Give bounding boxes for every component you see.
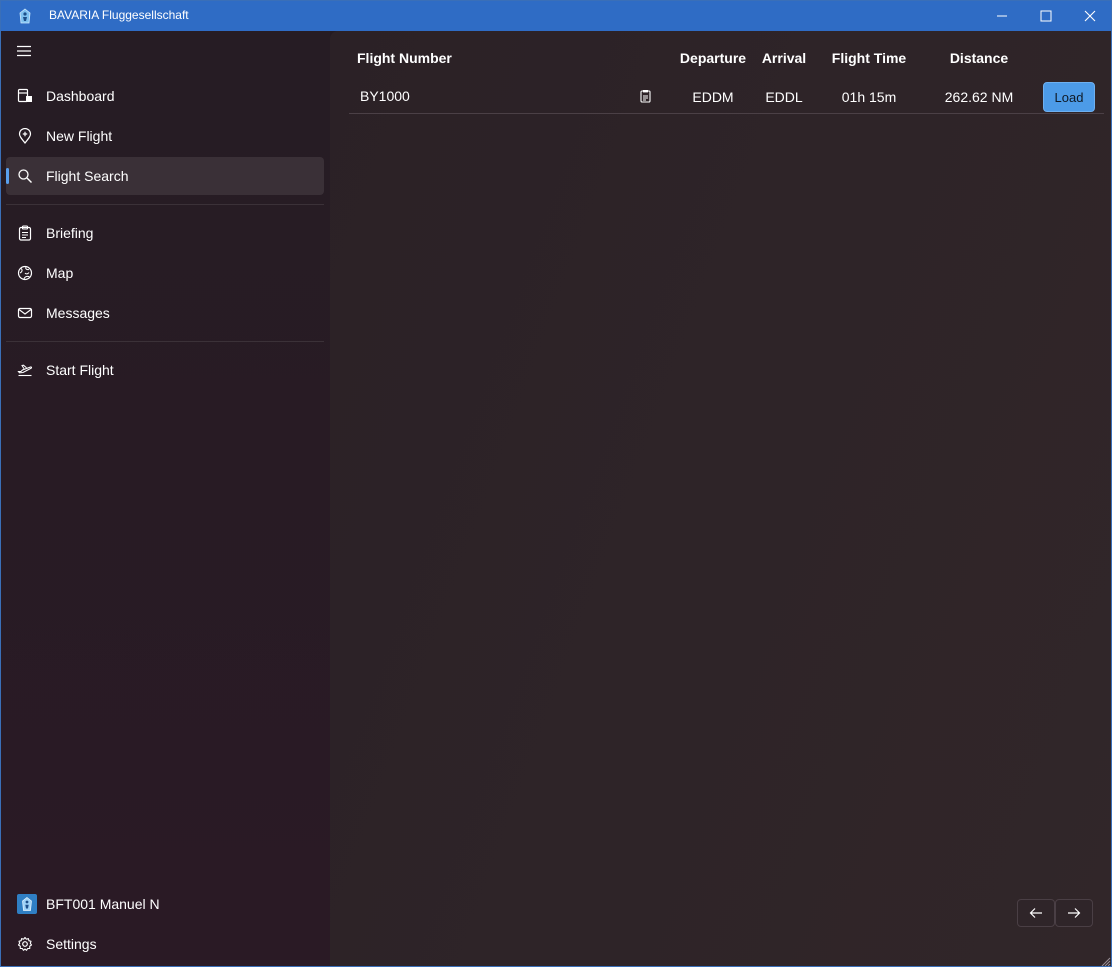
app-window: BAVARIA Fluggesellschaft Dashboard New F… bbox=[0, 0, 1112, 967]
airplane-takeoff-icon bbox=[17, 362, 33, 378]
resize-grip-icon[interactable] bbox=[1099, 954, 1111, 966]
sidebar-divider bbox=[6, 204, 324, 205]
gear-icon bbox=[17, 936, 33, 952]
next-page-button[interactable] bbox=[1055, 899, 1093, 927]
column-header-arrival[interactable]: Arrival bbox=[754, 50, 814, 66]
sidebar-item-label: Messages bbox=[46, 305, 110, 321]
cell-departure: EDDM bbox=[692, 89, 734, 105]
selection-indicator bbox=[6, 168, 9, 184]
sidebar: Dashboard New Flight Flight Search Brief… bbox=[1, 31, 330, 966]
column-header-departure[interactable]: Departure bbox=[675, 50, 751, 66]
arrow-left-icon bbox=[1029, 907, 1043, 919]
sidebar-item-label: Map bbox=[46, 265, 74, 281]
previous-page-button[interactable] bbox=[1017, 899, 1055, 927]
sidebar-item-settings[interactable]: Settings bbox=[6, 925, 324, 963]
sidebar-item-label: Start Flight bbox=[46, 362, 114, 378]
hamburger-icon[interactable] bbox=[11, 39, 37, 63]
sidebar-item-messages[interactable]: Messages bbox=[6, 294, 324, 332]
sidebar-divider bbox=[6, 341, 324, 342]
search-icon bbox=[17, 168, 33, 184]
sidebar-item-flight-search[interactable]: Flight Search bbox=[6, 157, 324, 195]
mail-icon bbox=[17, 305, 33, 321]
sidebar-item-label: Dashboard bbox=[46, 88, 115, 104]
cell-arrival: EDDL bbox=[765, 89, 803, 105]
sidebar-item-label: Flight Search bbox=[46, 168, 129, 184]
document-icon[interactable] bbox=[639, 89, 651, 103]
maximize-button[interactable] bbox=[1024, 1, 1068, 31]
main-content: Flight Number Departure Arrival Flight T… bbox=[330, 31, 1111, 966]
sidebar-item-new-flight[interactable]: New Flight bbox=[6, 117, 324, 155]
column-header-distance[interactable]: Distance bbox=[938, 50, 1020, 66]
globe-icon bbox=[17, 265, 33, 281]
map-pin-plus-icon bbox=[17, 128, 33, 144]
dashboard-icon bbox=[17, 88, 33, 104]
sidebar-item-briefing[interactable]: Briefing bbox=[6, 214, 324, 252]
user-name: BFT001 Manuel N bbox=[46, 896, 160, 912]
sidebar-item-dashboard[interactable]: Dashboard bbox=[6, 77, 324, 115]
sidebar-item-map[interactable]: Map bbox=[6, 254, 324, 292]
row-divider bbox=[349, 113, 1104, 114]
sidebar-item-label: Briefing bbox=[46, 225, 94, 241]
arrow-right-icon bbox=[1067, 907, 1081, 919]
sidebar-item-label: Settings bbox=[46, 936, 97, 952]
sidebar-item-user[interactable]: BFT001 Manuel N bbox=[6, 885, 324, 923]
minimize-button[interactable] bbox=[980, 1, 1024, 31]
clipboard-icon bbox=[17, 225, 33, 241]
title-bar: BAVARIA Fluggesellschaft bbox=[1, 1, 1111, 31]
close-button[interactable] bbox=[1068, 1, 1111, 31]
cell-distance: 262.62 NM bbox=[944, 89, 1014, 105]
cell-flight-time: 01h 15m bbox=[841, 89, 897, 105]
sidebar-item-label: New Flight bbox=[46, 128, 113, 144]
app-logo-icon bbox=[16, 7, 34, 25]
cell-flight-number: BY1000 bbox=[360, 88, 410, 104]
avatar bbox=[17, 894, 37, 914]
window-title: BAVARIA Fluggesellschaft bbox=[49, 8, 189, 22]
load-button[interactable]: Load bbox=[1043, 82, 1095, 112]
sidebar-item-start-flight[interactable]: Start Flight bbox=[6, 351, 324, 389]
column-header-flight-number[interactable]: Flight Number bbox=[357, 50, 452, 66]
column-header-flight-time[interactable]: Flight Time bbox=[825, 50, 913, 66]
